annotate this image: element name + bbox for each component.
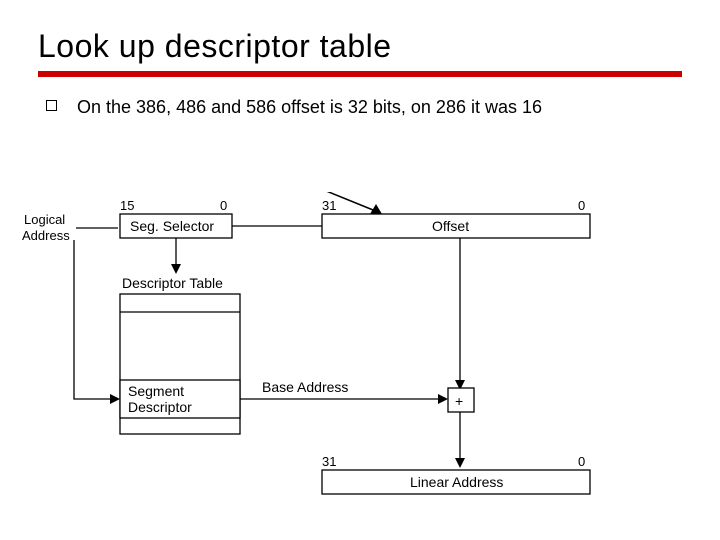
segment-descriptor-l2: Descriptor [128, 399, 192, 415]
bullet-text: On the 386, 486 and 586 offset is 32 bit… [77, 95, 542, 119]
address-translation-diagram: Logical Address 15 0 Seg. Selector 31 0 … [22, 192, 642, 512]
logical-address-label-l1: Logical [24, 212, 65, 227]
index-routing-line [74, 240, 118, 399]
bullet-item: On the 386, 486 and 586 offset is 32 bit… [38, 95, 682, 119]
callout-line [240, 192, 378, 212]
slide: Look up descriptor table On the 386, 486… [0, 0, 720, 540]
adder-to-linear-arrow-icon [455, 458, 465, 468]
base-address-label: Base Address [262, 379, 348, 395]
segment-descriptor-l1: Segment [128, 383, 184, 399]
lin-tick-left: 31 [322, 454, 336, 469]
page-title: Look up descriptor table [38, 28, 682, 65]
logical-address-label-l2: Address [22, 228, 70, 243]
seg-tick-right: 0 [220, 198, 227, 213]
adder-label: + [455, 393, 463, 409]
offset-tick-left: 31 [322, 198, 336, 213]
seg-tick-left: 15 [120, 198, 134, 213]
index-routing-arrow-icon [110, 394, 120, 404]
selector-to-table-arrow-icon [171, 264, 181, 274]
offset-label: Offset [432, 218, 469, 234]
bullet-marker-icon [46, 100, 57, 111]
descriptor-table-label: Descriptor Table [122, 275, 223, 291]
seg-selector-label: Seg. Selector [130, 218, 214, 234]
linear-address-label: Linear Address [410, 474, 503, 490]
title-underline [38, 71, 682, 77]
offset-tick-right: 0 [578, 198, 585, 213]
base-address-arrow-icon [438, 394, 448, 404]
lin-tick-right: 0 [578, 454, 585, 469]
